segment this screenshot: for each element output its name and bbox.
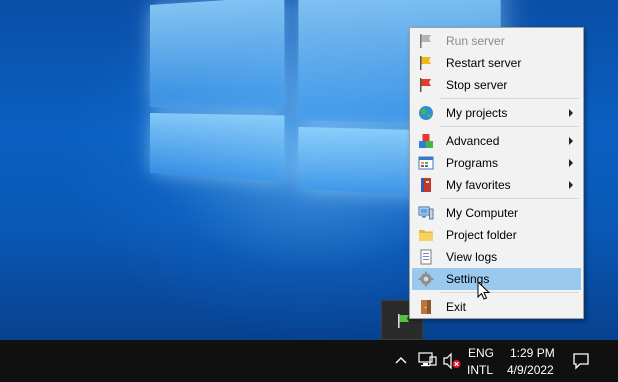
submenu-arrow-icon [569,109,573,117]
menu-item-label: Advanced [446,134,500,148]
menu-item-run-server[interactable]: Run server [412,30,581,52]
menu-item-project-folder[interactable]: Project folder [412,224,581,246]
menu-separator [440,126,579,127]
menu-item-label: Project folder [446,228,517,242]
submenu-arrow-icon [569,181,573,189]
menu-item-label: My favorites [446,178,511,192]
menu-item-stop-server[interactable]: Stop server [412,74,581,96]
menu-item-exit[interactable]: Exit [412,296,581,318]
mouse-pointer-icon [477,281,491,300]
menu-item-restart-server[interactable]: Restart server [412,52,581,74]
menu-item-settings[interactable]: Settings [412,268,581,290]
menu-item-my-projects[interactable]: My projects [412,102,581,124]
menu-item-label: My projects [446,106,508,120]
clock-time[interactable]: 1:29 PM [510,346,555,360]
language-indicator-top[interactable]: ENG [468,346,494,360]
menu-item-label: Stop server [446,78,508,92]
menu-item-label: Programs [446,156,499,170]
menu-item-my-favorites[interactable]: My favorites [412,174,581,196]
globe-icon [419,106,433,120]
menu-separator [440,98,579,99]
volume-muted-icon[interactable] [442,352,462,370]
menu-item-programs[interactable]: Programs [412,152,581,174]
show-hidden-icons-chevron-icon[interactable] [394,354,408,366]
book-icon [421,178,431,192]
clock-date[interactable]: 4/9/2022 [507,363,554,377]
menu-item-label: Exit [446,300,467,314]
flag-yellow-icon [420,56,431,70]
submenu-arrow-icon [569,159,573,167]
gear-icon [418,271,434,287]
menu-separator [440,198,579,199]
menu-item-my-computer[interactable]: My Computer [412,202,581,224]
menu-item-advanced[interactable]: Advanced [412,130,581,152]
log-file-icon [420,249,432,265]
flag-red-icon [420,78,431,92]
menu-item-label: My Computer [446,206,519,220]
menu-separator [440,292,579,293]
taskbar: ENG INTL 1:29 PM 4/9/2022 [0,340,618,382]
folder-icon [419,230,433,241]
tray-context-menu: Run server Restart server Stop server My… [409,27,584,319]
menu-item-label: View logs [446,250,498,264]
menu-item-view-logs[interactable]: View logs [412,246,581,268]
programs-window-icon [418,156,434,170]
door-exit-icon [421,300,431,314]
action-center-notification-icon[interactable] [572,352,590,370]
language-indicator-bottom[interactable]: INTL [467,363,493,377]
computer-icon [418,206,434,220]
menu-item-label: Restart server [446,56,522,70]
menu-item-label: Run server [446,34,505,48]
flag-gray-icon [420,34,431,48]
network-no-connection-icon[interactable] [418,352,438,370]
blocks-icon [419,134,433,148]
submenu-arrow-icon [569,137,573,145]
